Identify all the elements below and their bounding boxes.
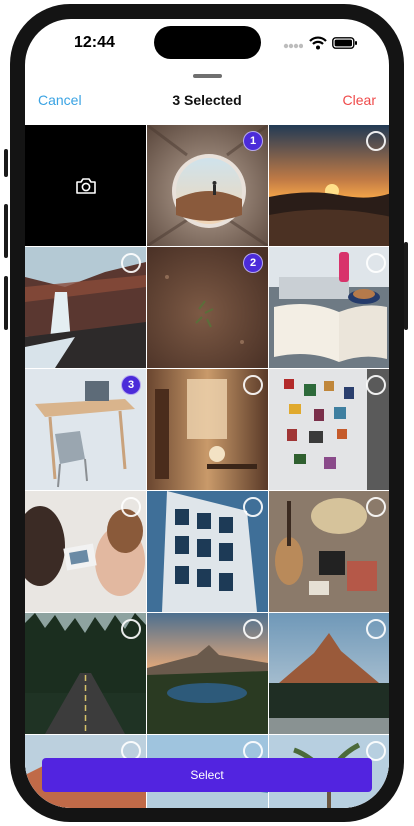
photo-building[interactable] [147,491,268,612]
selection-circle[interactable] [243,497,263,517]
power-button [404,242,408,330]
volume-down-button [4,276,8,330]
photo-lake-mountain[interactable] [147,613,268,734]
photo-kids-photos[interactable] [25,491,146,612]
selection-circle[interactable] [121,619,141,639]
selection-circle[interactable] [366,497,386,517]
dynamic-island [154,26,261,59]
photo-sunset[interactable] [269,125,389,246]
photo-book-coffee[interactable] [269,247,389,368]
selection-circle[interactable] [121,253,141,273]
photo-fridge-photos[interactable] [269,369,389,490]
select-button[interactable]: Select [42,758,372,792]
selection-badge[interactable]: 2 [243,253,263,273]
clear-button[interactable]: Clear [343,92,376,108]
screen: 12:44 Cancel 3 Selected Clear 1 2 3 Sele… [25,19,389,808]
photo-peak-forest[interactable] [269,613,389,734]
camera-cell[interactable] [25,125,146,246]
camera-icon [75,177,96,194]
photo-cafe[interactable] [147,369,268,490]
mute-switch [4,149,8,177]
selection-circle[interactable] [366,619,386,639]
photo-grid: 1 2 3 [25,125,389,808]
status-bar: 12:44 [25,19,389,71]
selection-circle[interactable] [243,619,263,639]
status-time: 12:44 [74,34,115,51]
sheet-grabber[interactable] [193,74,222,78]
selection-circle[interactable] [366,131,386,151]
signal-icon [283,43,303,49]
photo-guitar-table[interactable] [269,491,389,612]
wifi-icon [309,36,327,50]
volume-up-button [4,204,8,258]
selection-circle[interactable] [243,375,263,395]
selection-badge[interactable]: 1 [243,131,263,151]
battery-icon [332,37,357,49]
selection-circle[interactable] [366,253,386,273]
selection-circle[interactable] [366,375,386,395]
selection-circle[interactable] [121,497,141,517]
photo-tent[interactable]: 1 [147,125,268,246]
selection-badge[interactable]: 3 [121,375,141,395]
photo-waterfall[interactable] [25,247,146,368]
photo-forest-road[interactable] [25,613,146,734]
photo-ground[interactable]: 2 [147,247,268,368]
selection-title: 3 Selected [172,92,242,108]
photo-laptop-desk[interactable]: 3 [25,369,146,490]
